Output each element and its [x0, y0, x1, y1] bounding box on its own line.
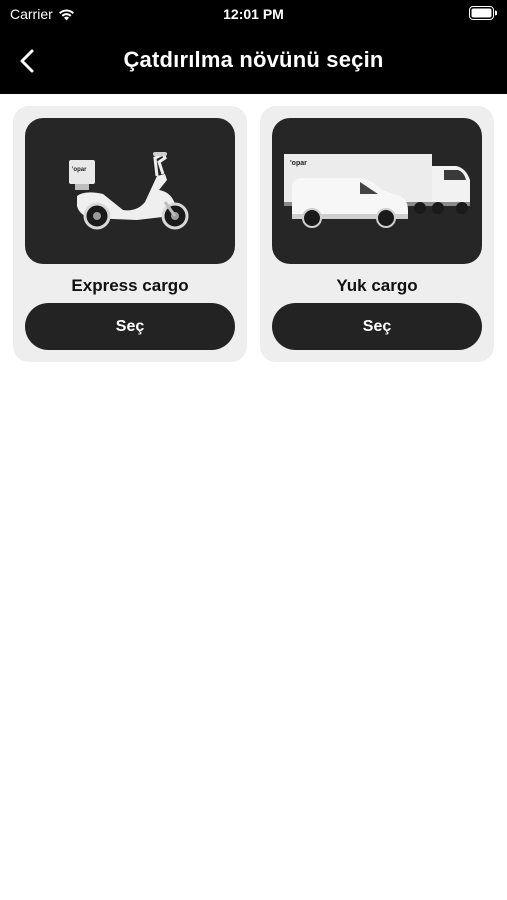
svg-text:'opar: 'opar: [290, 160, 307, 167]
navigation-bar: Çatdırılma növünü seçin: [0, 28, 507, 94]
option-name-express: Express cargo: [71, 276, 189, 295]
scooter-icon: 'opar: [25, 118, 235, 264]
select-yuk-button[interactable]: Seç: [272, 303, 482, 350]
truck-van-icon: 'opar: [272, 118, 482, 264]
clock: 12:01 PM: [223, 6, 284, 22]
select-express-button[interactable]: Seç: [25, 303, 235, 350]
status-bar: Carrier 12:01 PM: [0, 0, 507, 28]
delivery-options: 'opar Express cargo Seç 'opar Yuk cargo …: [0, 94, 507, 900]
battery-icon: [469, 6, 498, 23]
page-title: Çatdırılma növünü seçin: [123, 47, 384, 72]
option-card-express: 'opar Express cargo Seç: [13, 106, 247, 362]
svg-text:'opar: 'opar: [72, 167, 87, 173]
option-name-yuk: Yuk cargo: [336, 276, 418, 295]
option-card-yuk: 'opar Yuk cargo Seç: [260, 106, 494, 362]
